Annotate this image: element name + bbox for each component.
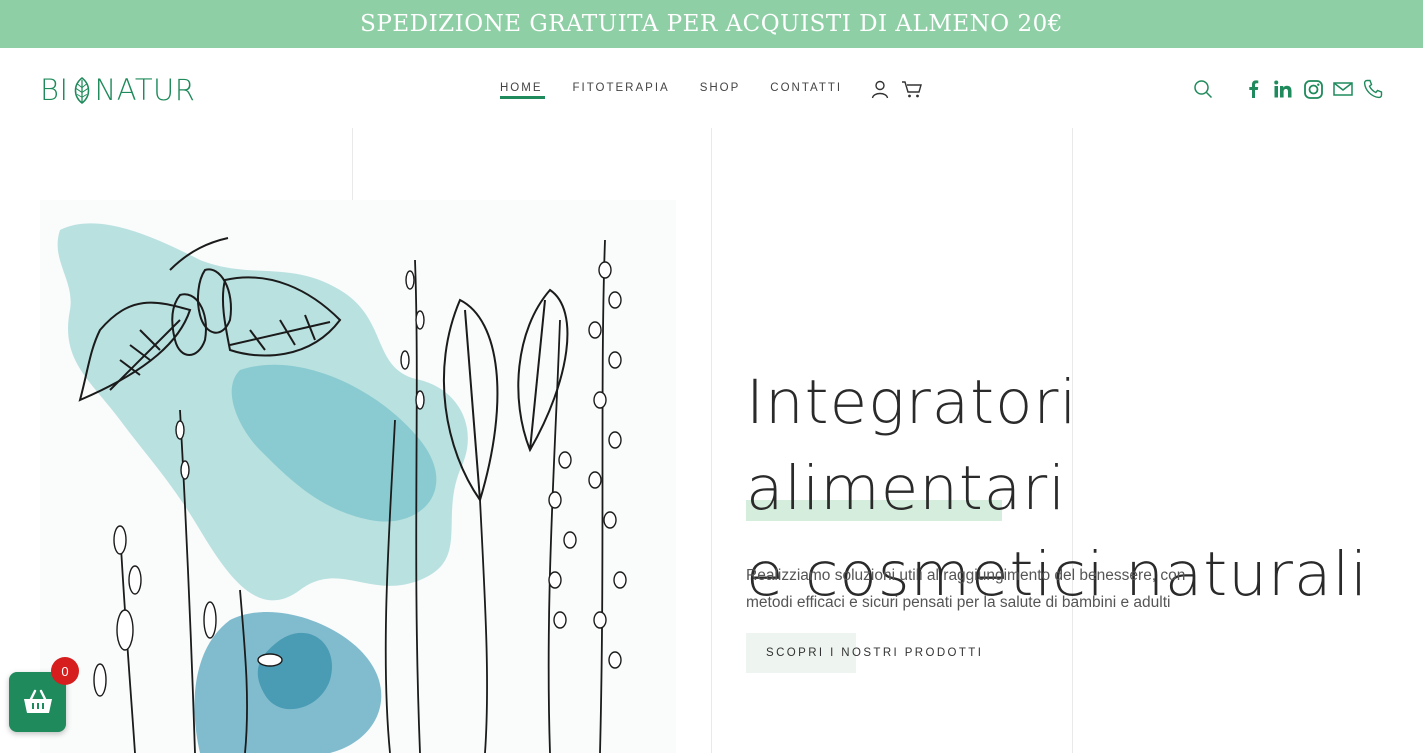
main-nav: HOME FITOTERAPIA SHOP CONTATTI: [500, 82, 842, 99]
botanical-illustration: [57, 223, 627, 753]
grid-line: [352, 128, 353, 200]
hero-description: Realizziamo soluzioni utili al raggiungi…: [746, 562, 1216, 616]
nav-item-home[interactable]: HOME: [500, 82, 544, 99]
site-header: BI NATUR HOME FITOTERAPIA SHOP CONTATTI: [0, 48, 1423, 128]
description-line-2: metodi efficaci e sicuri pensati per la …: [746, 594, 1171, 611]
user-icon[interactable]: [869, 78, 891, 100]
cta-button[interactable]: SCOPRI I NOSTRI PRODOTTI: [746, 633, 983, 673]
mail-icon[interactable]: [1332, 78, 1354, 100]
instagram-icon[interactable]: [1302, 78, 1324, 100]
cart-count-badge: 0: [51, 657, 79, 685]
nav-item-fitoterapia[interactable]: FITOTERAPIA: [573, 82, 670, 94]
nav-item-shop[interactable]: SHOP: [700, 82, 741, 94]
cta-label: SCOPRI I NOSTRI PRODOTTI: [766, 647, 984, 659]
announcement-bar: SPEDIZIONE GRATUITA PER ACQUISTI DI ALME…: [0, 0, 1423, 48]
logo-text-suffix: NATUR: [94, 73, 196, 107]
phone-icon[interactable]: [1362, 78, 1384, 100]
grid-line: [711, 128, 712, 753]
leaf-icon: [74, 76, 89, 104]
hero-botanical-illustration: [40, 200, 676, 753]
cart-icon[interactable]: [901, 78, 923, 100]
description-line-1: Realizziamo soluzioni utili al raggiungi…: [746, 567, 1186, 584]
linkedin-icon[interactable]: [1272, 78, 1294, 100]
search-icon[interactable]: [1192, 78, 1214, 100]
facebook-icon[interactable]: [1242, 78, 1264, 100]
basket-icon: [23, 689, 52, 713]
nav-item-contatti[interactable]: CONTATTI: [770, 82, 842, 94]
announcement-text: SPEDIZIONE GRATUITA PER ACQUISTI DI ALME…: [360, 11, 1063, 37]
logo-text-prefix: BI: [40, 73, 69, 107]
brand-logo[interactable]: BI NATUR: [40, 73, 195, 107]
headline-line-1: Integratori alimentari: [746, 367, 1078, 524]
